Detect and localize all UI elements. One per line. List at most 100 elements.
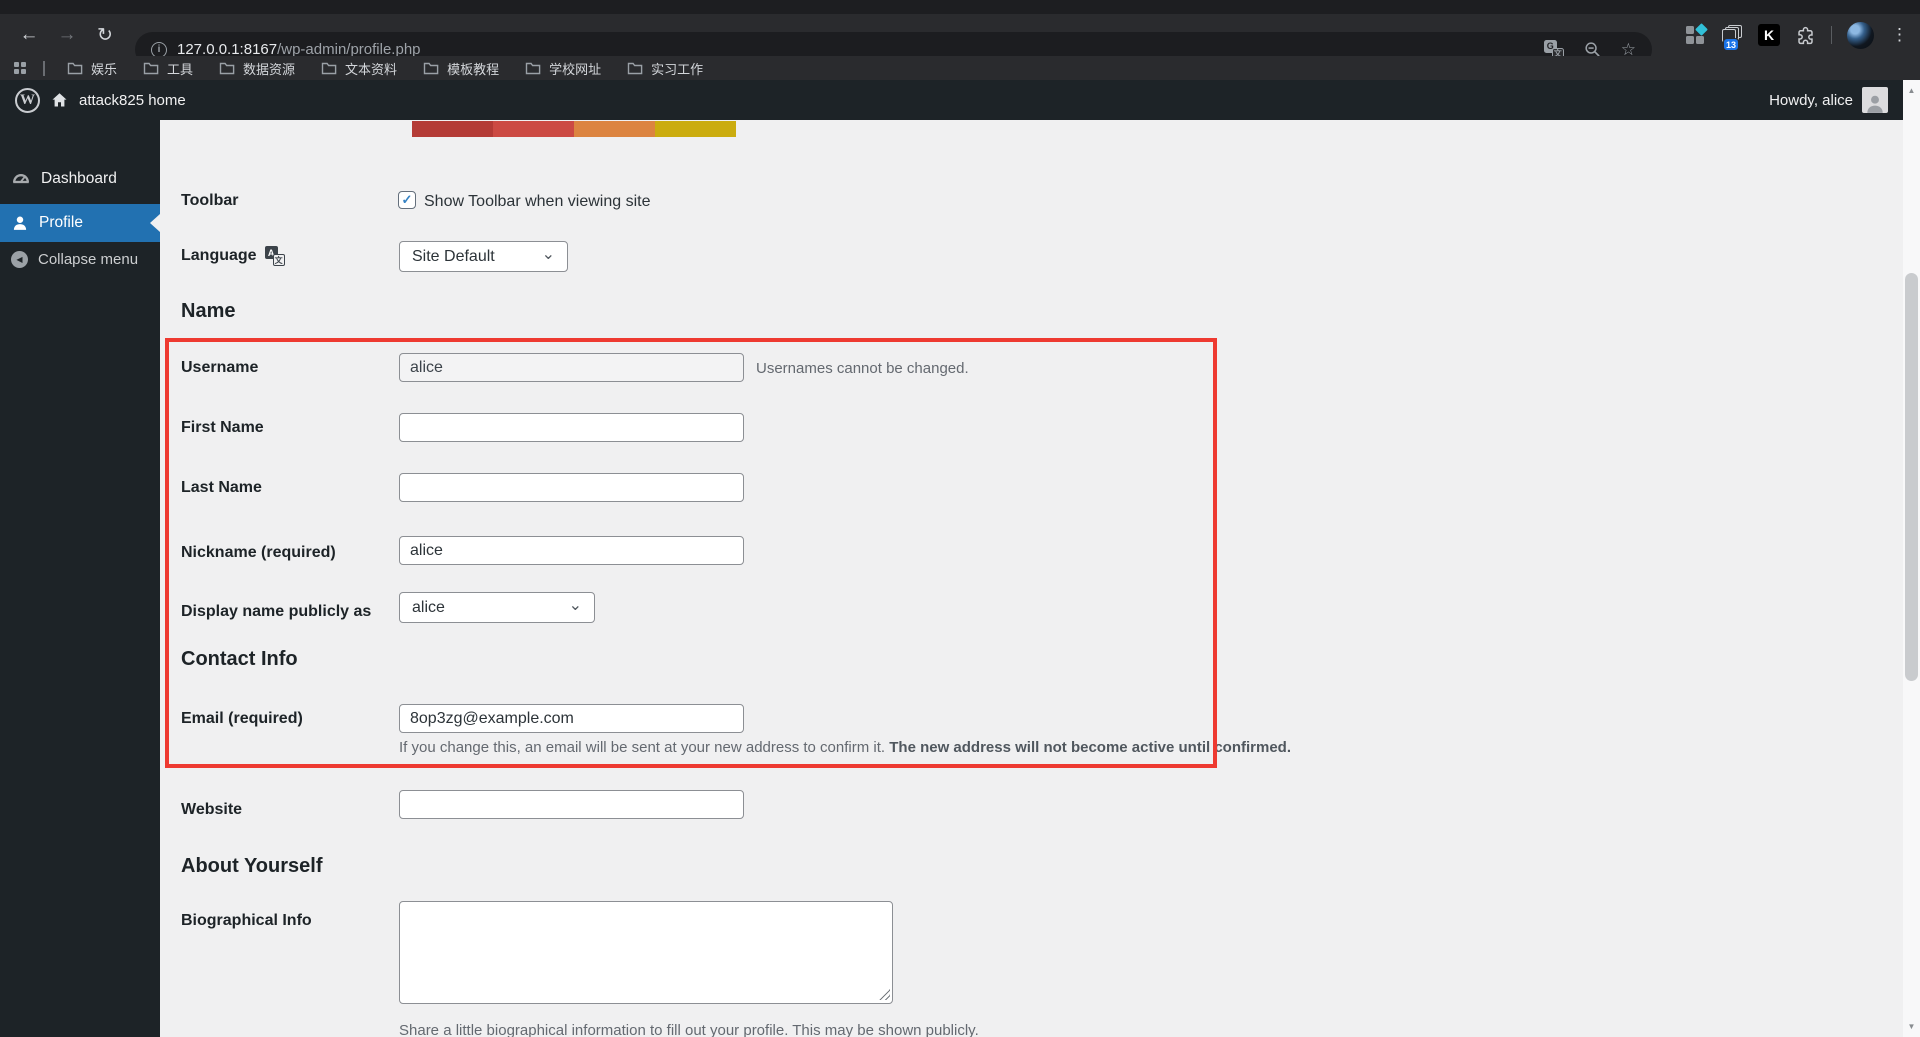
email-input[interactable]	[399, 704, 744, 733]
username-label: Username	[181, 359, 259, 376]
bookmarks-divider	[43, 60, 45, 76]
toolbar-divider	[1831, 26, 1832, 44]
nickname-input[interactable]	[399, 536, 744, 565]
forward-icon[interactable]: →	[50, 24, 84, 46]
biographical-info-textarea[interactable]	[399, 901, 893, 1004]
bookmark-folder-label: 娱乐	[91, 61, 118, 77]
extension-cluster: 13 K ⋮	[1686, 14, 1910, 56]
sidebar-item-label: Dashboard	[41, 170, 117, 187]
language-row-label: Language A 文	[181, 246, 285, 266]
site-name-link[interactable]: attack825 home	[79, 92, 186, 109]
extensions-puzzle-icon[interactable]	[1795, 25, 1816, 46]
scrollbar-thumb[interactable]	[1905, 273, 1918, 681]
folder-icon	[321, 62, 337, 75]
page-scrollbar[interactable]: ▲ ▼	[1903, 80, 1920, 1037]
sidebar-item-dashboard[interactable]: Dashboard	[0, 160, 160, 198]
last-name-input[interactable]	[399, 473, 744, 502]
wordpress-logo-icon[interactable]: W	[15, 87, 40, 113]
name-section-heading: Name	[181, 300, 236, 322]
last-name-label: Last Name	[181, 479, 262, 496]
contact-info-heading: Contact Info	[181, 648, 298, 670]
color-swatch-yellow	[655, 121, 736, 137]
language-select-value: Site Default	[412, 247, 495, 265]
show-toolbar-checkbox-label[interactable]: Show Toolbar when viewing site	[424, 193, 651, 211]
bookmarks-bar: 娱乐 工具 数据资源 文本资料 模板教程 学校网址 实习工作	[0, 56, 1920, 80]
folder-icon	[67, 62, 83, 75]
biographical-info-description: Share a little biographical information …	[399, 1022, 979, 1037]
k-extension-icon[interactable]: K	[1758, 24, 1780, 46]
color-swatch-red	[493, 121, 574, 137]
email-description-bold: The new address will not become active u…	[889, 739, 1292, 756]
username-input[interactable]	[399, 353, 744, 382]
sidebar-item-label: Collapse menu	[38, 250, 139, 268]
browser-menu-icon[interactable]: ⋮	[1889, 25, 1910, 45]
profile-icon	[13, 216, 27, 230]
language-label-text: Language	[181, 247, 257, 264]
translation-icon-front: 文	[272, 254, 285, 266]
folder-icon	[423, 62, 439, 75]
browser-nav-group: ← → ↻	[0, 24, 122, 47]
collapse-arrow-icon: ◀	[11, 250, 28, 268]
profile-form-content: Toolbar ✓ Show Toolbar when viewing site…	[160, 120, 1903, 1037]
wp-sidebar-menu: Dashboard Profile ◀ Collapse menu	[0, 120, 160, 1037]
folder-icon	[525, 62, 541, 75]
sidebar-item-label: Profile	[39, 214, 83, 231]
toolbar-row-label: Toolbar	[181, 192, 239, 209]
sidebar-item-profile[interactable]: Profile	[0, 204, 160, 242]
squares-extension-icon[interactable]	[1686, 23, 1708, 45]
person-icon	[1867, 95, 1883, 113]
bookmark-folder-label: 实习工作	[651, 61, 704, 77]
reload-icon[interactable]: ↻	[88, 24, 122, 47]
chevron-down-icon: ⌄	[568, 596, 582, 614]
browser-profile-avatar[interactable]	[1847, 21, 1874, 49]
display-name-select[interactable]: alice ⌄	[399, 592, 595, 623]
bookmark-folder-label: 文本资料	[345, 61, 398, 77]
bookmark-folder-text-materials[interactable]: 文本资料	[308, 56, 410, 80]
website-input[interactable]	[399, 790, 744, 819]
bookmark-folder-data-resources[interactable]: 数据资源	[206, 56, 308, 80]
apps-grid-icon[interactable]	[14, 62, 26, 74]
color-swatch-orange	[574, 121, 655, 137]
admin-bar-account[interactable]: Howdy, alice	[1769, 87, 1888, 113]
scroll-down-icon[interactable]: ▼	[1903, 1022, 1920, 1031]
browser-toolbar: ← → ↻ i 127.0.0.1:8167/wp-admin/profile.…	[0, 14, 1920, 67]
folder-icon	[627, 62, 643, 75]
bookmark-folder-label: 工具	[167, 61, 194, 77]
bookmark-folder-template-tutorials[interactable]: 模板教程	[410, 56, 512, 80]
bookmark-folder-label: 学校网址	[549, 61, 602, 77]
show-toolbar-checkbox[interactable]: ✓	[398, 191, 416, 209]
username-description: Usernames cannot be changed.	[756, 360, 969, 377]
first-name-input[interactable]	[399, 413, 744, 442]
bookmark-folder-label: 模板教程	[447, 61, 500, 77]
dashboard-icon	[13, 174, 29, 184]
language-select[interactable]: Site Default ⌄	[399, 241, 568, 272]
email-description-normal: If you change this, an email will be sen…	[399, 739, 890, 756]
scroll-up-icon[interactable]: ▲	[1903, 86, 1920, 95]
back-icon[interactable]: ←	[12, 24, 46, 46]
folder-icon	[219, 62, 235, 75]
tab-count-badge: 13	[1723, 38, 1740, 51]
browser-window-strip	[0, 0, 1920, 14]
first-name-label: First Name	[181, 419, 264, 436]
bookmark-folder-school-sites[interactable]: 学校网址	[512, 56, 614, 80]
display-name-select-value: alice	[412, 598, 445, 616]
sidebar-collapse-menu[interactable]: ◀ Collapse menu	[0, 242, 160, 276]
tab-stack-extension-icon[interactable]: 13	[1721, 25, 1743, 51]
user-avatar	[1862, 87, 1888, 113]
color-swatch-dark-red	[412, 121, 493, 137]
translation-icon: A 文	[264, 246, 285, 266]
howdy-label: Howdy, alice	[1769, 91, 1853, 109]
email-description: If you change this, an email will be sen…	[399, 739, 1291, 756]
chevron-down-icon: ⌄	[541, 245, 555, 263]
bookmark-folder-tools[interactable]: 工具	[130, 56, 206, 80]
display-name-label: Display name publicly as	[181, 603, 372, 620]
folder-icon	[143, 62, 159, 75]
email-label: Email (required)	[181, 710, 303, 727]
active-item-notch	[150, 214, 160, 232]
website-label: Website	[181, 801, 243, 818]
textarea-resize-grip[interactable]	[879, 989, 890, 1000]
biographical-info-label: Biographical Info	[181, 912, 312, 929]
bookmark-folder-entertainment[interactable]: 娱乐	[54, 56, 130, 80]
home-icon	[52, 93, 67, 107]
bookmark-folder-internship[interactable]: 实习工作	[614, 56, 716, 80]
